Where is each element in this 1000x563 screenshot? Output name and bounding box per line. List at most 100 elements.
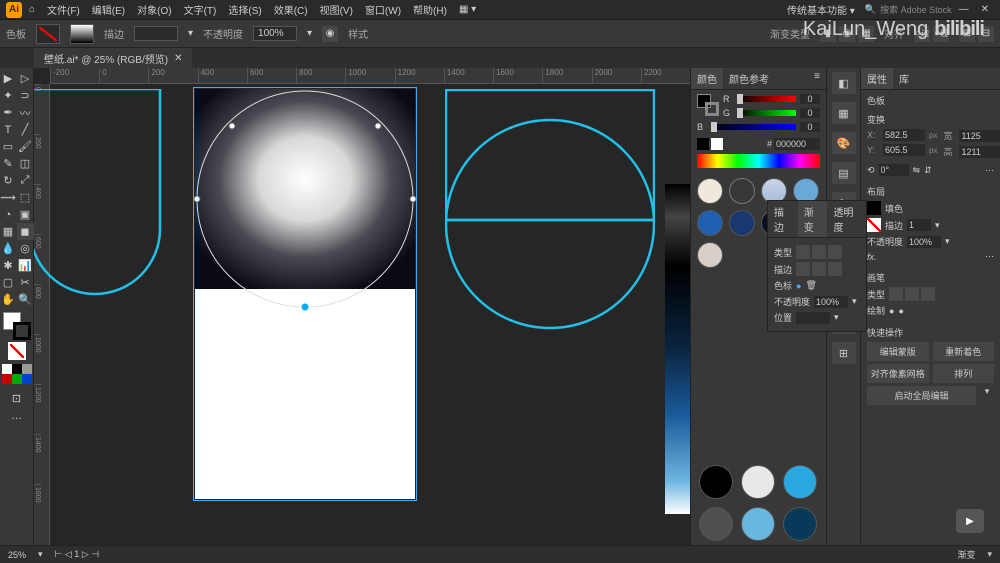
mesh-tool[interactable]: ▦ <box>0 223 17 240</box>
x-input[interactable] <box>883 129 925 141</box>
shaper-tool[interactable]: ✎ <box>0 155 17 172</box>
menu-select[interactable]: 选择(S) <box>223 0 266 19</box>
tab-color-guide[interactable]: 颜色参考 <box>723 68 775 89</box>
edit-mask-button[interactable]: 编辑蒙版 <box>867 342 929 361</box>
grad-type-free-icon[interactable] <box>828 245 842 259</box>
menu-edit[interactable]: 编辑(E) <box>87 0 130 19</box>
tab-transparency[interactable]: 透明度 <box>827 201 866 237</box>
width-tool[interactable]: ⟿ <box>0 189 17 206</box>
minimize-icon[interactable]: — <box>954 2 974 17</box>
gradient-tool[interactable]: ◼ <box>17 223 34 240</box>
more-icon[interactable]: ▦ ▾ <box>454 2 481 17</box>
free-transform-tool[interactable]: ⬚ <box>17 189 34 206</box>
swatch-item[interactable] <box>699 507 733 541</box>
workspace-selector[interactable]: 传统基本功能 ▾ <box>787 2 855 17</box>
line-tool[interactable]: ╱ <box>17 121 34 138</box>
graphic-styles-icon[interactable]: ⊞ <box>832 342 856 364</box>
swatch-item[interactable] <box>697 210 723 236</box>
hand-tool[interactable]: ✋ <box>0 291 17 308</box>
canvas[interactable]: -200020040060080010001200140016001800200… <box>34 68 690 545</box>
pen-tool[interactable]: ✒ <box>0 104 17 121</box>
rotate-tool[interactable]: ↻ <box>0 172 17 189</box>
panel-menu-icon[interactable]: ≡ <box>808 68 826 89</box>
play-icon[interactable]: ▶ <box>956 509 984 533</box>
swatch-item[interactable] <box>699 465 733 499</box>
slice-tool[interactable]: ✂ <box>17 274 34 291</box>
menu-file[interactable]: 文件(F) <box>42 0 85 19</box>
menu-effect[interactable]: 效果(C) <box>269 0 313 19</box>
flip-h-icon[interactable]: ⇋ <box>913 165 921 176</box>
tab-properties[interactable]: 属性 <box>861 68 893 89</box>
spectrum-bar[interactable] <box>697 154 820 168</box>
perspective-tool[interactable]: ▣ <box>17 206 34 223</box>
menu-help[interactable]: 帮助(H) <box>408 0 452 19</box>
y-input[interactable] <box>883 144 925 156</box>
magic-wand-tool[interactable]: ✦ <box>0 87 17 104</box>
symbol-tool[interactable]: ✱ <box>0 257 17 274</box>
opacity-input[interactable] <box>253 26 297 41</box>
menu-view[interactable]: 视图(V) <box>315 0 358 19</box>
document-tab[interactable]: 壁纸.ai* @ 25% (RGB/预览) ✕ <box>34 48 192 69</box>
curvature-tool[interactable]: 〰 <box>17 104 34 121</box>
align-pixel-button[interactable]: 对齐像素网格 <box>867 364 929 383</box>
tab-gradient[interactable]: 渐变 <box>798 201 828 237</box>
swatch-item[interactable] <box>697 178 723 204</box>
trash-icon[interactable]: 🗑 <box>805 280 816 291</box>
tab-libraries[interactable]: 库 <box>893 68 915 89</box>
rectangle-tool[interactable]: ▭ <box>0 138 17 155</box>
selected-circle[interactable] <box>190 84 420 334</box>
menu-window[interactable]: 窗口(W) <box>360 0 406 19</box>
grad-free-icon[interactable]: ▦ <box>858 26 874 42</box>
close-icon[interactable]: ✕ <box>976 2 994 17</box>
color-icon[interactable]: 🎨 <box>832 132 856 154</box>
swatch-item[interactable] <box>729 210 755 236</box>
flip-v-icon[interactable]: ⇵ <box>924 165 932 176</box>
libraries-icon[interactable]: ▦ <box>832 102 856 124</box>
shapebuilder-tool[interactable]: ◔ <box>0 206 17 223</box>
global-edit-button[interactable]: 启动全局编辑 <box>867 386 976 405</box>
none-swatch-icon[interactable] <box>8 342 26 360</box>
swatch-item[interactable] <box>741 507 775 541</box>
grad-linear-icon[interactable]: ▮ <box>820 26 836 42</box>
align-h-icon[interactable]: ⊞ <box>959 26 975 42</box>
lasso-tool[interactable]: ⊃ <box>17 87 34 104</box>
direct-select-tool[interactable]: ▷ <box>17 70 34 87</box>
fill-swatch[interactable] <box>36 24 60 44</box>
swatches-icon[interactable]: ▤ <box>832 162 856 184</box>
scale-tool[interactable]: ⤢ <box>17 172 34 189</box>
graph-tool[interactable]: 📊 <box>17 257 34 274</box>
gradient-swatch[interactable] <box>70 24 94 44</box>
swatch-item[interactable] <box>697 242 723 268</box>
edit-mode-icon[interactable]: … <box>8 407 25 424</box>
w-input[interactable] <box>959 130 1000 142</box>
zoom-tool[interactable]: 🔍 <box>17 291 34 308</box>
recolor-icon[interactable]: ◉ <box>322 26 338 42</box>
swatch-item[interactable] <box>783 507 817 541</box>
grad-type-radial-icon[interactable] <box>812 245 826 259</box>
eyedropper-tool[interactable]: 💧 <box>0 240 17 257</box>
eraser-tool[interactable]: ◫ <box>17 155 34 172</box>
fill-stroke-indicator[interactable] <box>3 312 31 340</box>
align-v-icon[interactable]: ⊟ <box>978 26 994 42</box>
properties-icon[interactable]: ◧ <box>832 72 856 94</box>
arrange-button[interactable]: 排列 <box>933 364 995 383</box>
align-line-icon[interactable]: ○ 线 <box>933 26 949 42</box>
align-point-icon[interactable]: ○ 边 <box>914 26 930 42</box>
tab-close-icon[interactable]: ✕ <box>174 53 182 64</box>
grad-type-linear-icon[interactable] <box>796 245 810 259</box>
menu-object[interactable]: 对象(O) <box>132 0 176 19</box>
tab-stroke[interactable]: 描边 <box>768 201 798 237</box>
swatch-item[interactable] <box>729 178 755 204</box>
stroke-weight-input[interactable] <box>134 26 178 41</box>
menu-type[interactable]: 文字(T) <box>179 0 222 19</box>
home-icon[interactable]: ⌂ <box>24 2 40 18</box>
selection-tool[interactable]: ▶ <box>0 70 17 87</box>
grad-radial-icon[interactable]: ◉ <box>839 26 855 42</box>
search-field[interactable]: 🔍 搜索 Adobe Stock <box>865 3 952 16</box>
screen-mode-icon[interactable]: ⊡ <box>8 390 25 407</box>
recolor-button[interactable]: 重新着色 <box>933 342 995 361</box>
blend-tool[interactable]: ◎ <box>17 240 34 257</box>
screen-mode-swatches[interactable] <box>2 364 32 384</box>
hex-input[interactable] <box>774 138 820 150</box>
brush-tool[interactable]: 🖌 <box>17 138 34 155</box>
